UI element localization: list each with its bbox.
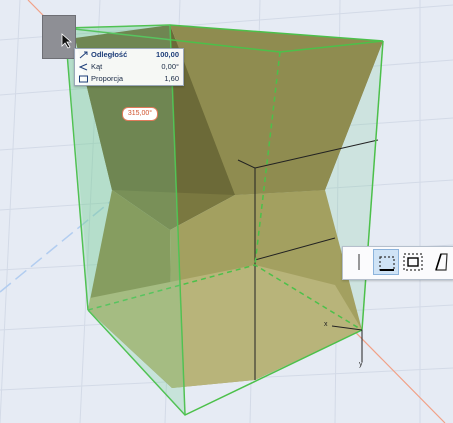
tracker-distance-label: Odległość (91, 50, 128, 59)
tracker-angle-label: Kąt (91, 62, 103, 71)
3d-viewport[interactable]: Odległość 100,00 Kąt 0,00° Proporcja 1,6… (0, 0, 453, 423)
tracker-row-angle[interactable]: Kąt 0,00° (75, 61, 183, 73)
pet-line-button[interactable] (346, 249, 372, 275)
tracker-row-proportion[interactable]: Proporcja 1,60 (75, 73, 183, 85)
tracker-proportion-value[interactable]: 1,60 (164, 73, 179, 85)
pet-offset-all-icon (403, 253, 423, 271)
3d-model-scene[interactable] (0, 0, 453, 423)
tracker-angle-value[interactable]: 0,00° (161, 61, 179, 73)
pet-offset-edge-icon (379, 256, 395, 271)
axis-y-label: y (359, 361, 363, 368)
axis-x-label: x (324, 321, 328, 328)
pet-line-icon (358, 254, 360, 270)
pet-offset-all-button[interactable] (400, 249, 426, 275)
pet-palette (342, 246, 453, 280)
tracker-row-distance[interactable]: Odległość 100,00 (75, 49, 183, 61)
tracker-distance-value[interactable]: 100,00 (156, 49, 179, 61)
angle-readout-badge: 315,00° (122, 107, 158, 121)
proportion-icon (79, 75, 88, 83)
distance-icon (79, 51, 88, 59)
angle-icon (79, 63, 88, 71)
coordinate-tracker[interactable]: Odległość 100,00 Kąt 0,00° Proporcja 1,6… (74, 48, 184, 86)
pet-skew-button[interactable] (427, 249, 453, 275)
pet-skew-icon (435, 253, 448, 271)
arrow-cursor-icon (61, 33, 73, 49)
tracker-proportion-label: Proporcja (91, 74, 124, 83)
pet-offset-edge-button[interactable] (373, 249, 399, 275)
